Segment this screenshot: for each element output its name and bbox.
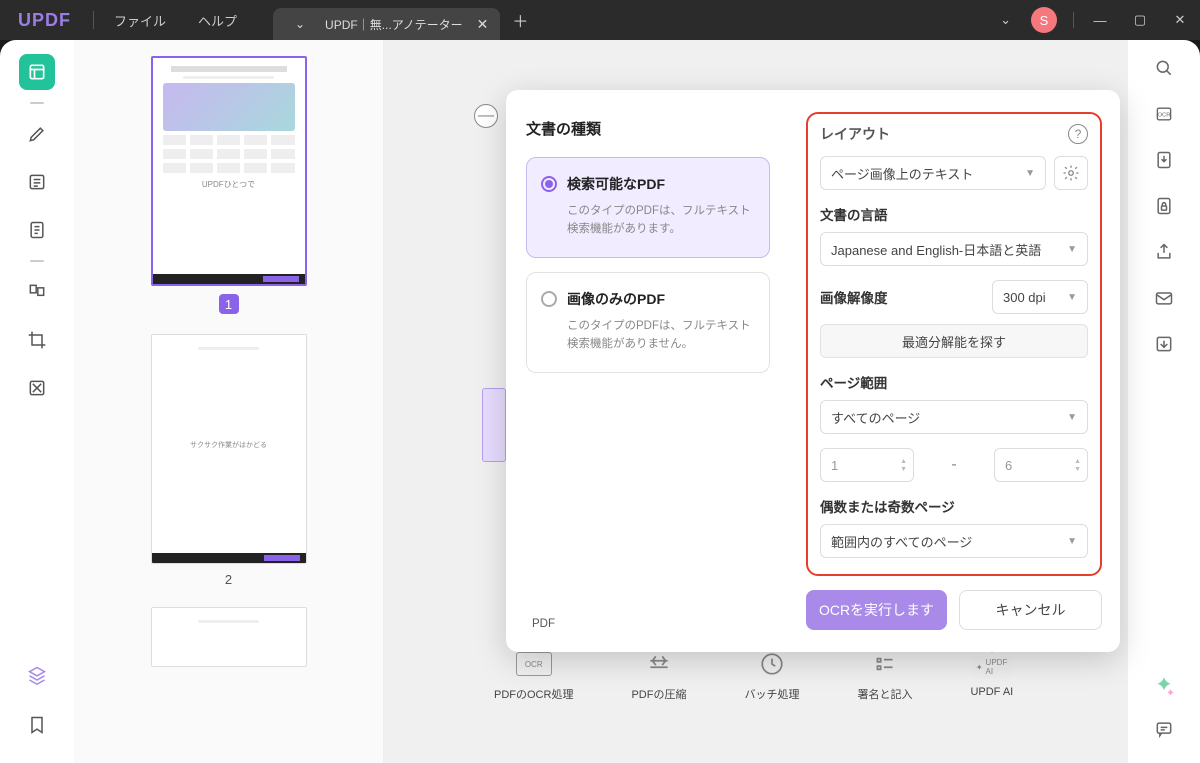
resolution-select[interactable]: 300 dpi ▼: [992, 280, 1088, 314]
thumb-caption: UPDFひとつで: [153, 179, 305, 190]
window-close-button[interactable]: ✕: [1160, 12, 1200, 28]
tab-dropdown-icon[interactable]: ⌄: [289, 17, 311, 31]
feature-ocr[interactable]: OCR PDFのOCR処理: [494, 650, 573, 702]
card-desc: このタイプのPDFは、フルテキスト検索機能があります。: [541, 202, 755, 239]
menu-help[interactable]: ヘルプ: [182, 11, 253, 30]
save-button[interactable]: [1150, 330, 1178, 358]
language-label: 文書の言語: [820, 204, 1088, 224]
card-title: 画像のみのPDF: [567, 289, 665, 309]
range-from-input[interactable]: 1 ▲▼: [820, 448, 914, 482]
right-toolbar: OCR: [1128, 40, 1200, 763]
range-separator: -: [924, 456, 984, 474]
app-logo: UPDF: [0, 10, 89, 31]
window-maximize-button[interactable]: ▢: [1120, 12, 1160, 28]
doc-type-heading: 文書の種類: [526, 118, 770, 139]
layout-settings-button[interactable]: [1054, 156, 1088, 190]
chevron-down-icon: ▼: [1067, 292, 1077, 303]
radio-icon: [541, 291, 557, 307]
page-thumbnail-1[interactable]: UPDFひとつで: [151, 56, 307, 286]
redact-tool[interactable]: [19, 370, 55, 406]
thumb-caption: サクサク作業がはかどる: [152, 440, 306, 450]
doc-type-image-card[interactable]: 画像のみのPDF このタイプのPDFは、フルテキスト検索機能がありません。: [526, 272, 770, 373]
divider: [93, 11, 94, 29]
collapse-panel-button[interactable]: —: [474, 104, 498, 128]
cancel-button[interactable]: キャンセル: [959, 590, 1102, 630]
svg-text:OCR: OCR: [1158, 113, 1171, 119]
resolution-label: 画像解像度: [820, 287, 888, 307]
truncated-text: PDF: [532, 618, 770, 630]
run-ocr-button[interactable]: OCRを実行します: [806, 590, 947, 630]
email-button[interactable]: [1150, 284, 1178, 312]
workspace: UPDFひとつで 1 サクサク作業がはかどる 2 — OCR PDFのO: [0, 40, 1200, 763]
feature-shortcuts: OCR PDFのOCR処理 PDFの圧縮 バッチ処理 署名と記入 ✦UPDF A…: [494, 650, 1013, 702]
page-number-2: 2: [225, 572, 232, 587]
ocr-options-highlight: レイアウト ? ページ画像上のテキスト ▼ 文書の言語: [806, 112, 1102, 576]
feature-compress[interactable]: PDFの圧縮: [631, 650, 686, 702]
menu-file[interactable]: ファイル: [98, 11, 182, 30]
help-icon[interactable]: ?: [1068, 124, 1088, 144]
card-title: 検索可能なPDF: [567, 174, 665, 194]
bookmark-button[interactable]: [19, 707, 55, 743]
annotate-tool[interactable]: [19, 116, 55, 152]
layout-heading: レイアウト: [820, 124, 890, 144]
page-range-label: ページ範囲: [820, 372, 1088, 392]
ai-assistant-button[interactable]: [1150, 673, 1178, 701]
find-optimal-resolution-button[interactable]: 最適分解能を探す: [820, 324, 1088, 358]
page-preview-fragment: [482, 388, 506, 462]
layers-button[interactable]: [19, 657, 55, 693]
ocr-settings-popup: 文書の種類 検索可能なPDF このタイプのPDFは、フルテキスト検索機能がありま…: [506, 90, 1120, 652]
thumbnail-panel: UPDFひとつで 1 サクサク作業がはかどる 2: [74, 40, 384, 763]
document-tab[interactable]: ⌄ UPDF｜無...アノテーター ✕: [273, 8, 500, 40]
convert-button[interactable]: [1150, 146, 1178, 174]
chevron-down-icon: ▼: [1067, 536, 1077, 547]
page-thumbnail-3[interactable]: [151, 607, 307, 667]
odd-even-select[interactable]: 範囲内のすべてのページ ▼: [820, 524, 1088, 558]
comment-button[interactable]: [1150, 715, 1178, 743]
thumbnail-panel-button[interactable]: [19, 54, 55, 90]
chevron-down-icon[interactable]: ⌄: [990, 12, 1021, 28]
separator: [30, 260, 44, 262]
spinner-arrows-icon[interactable]: ▲▼: [900, 458, 907, 473]
share-button[interactable]: [1150, 238, 1178, 266]
search-button[interactable]: [1150, 54, 1178, 82]
tab-close-icon[interactable]: ✕: [477, 16, 489, 33]
main-document-area: — OCR PDFのOCR処理 PDFの圧縮 バッチ処理 署名と記入: [384, 40, 1128, 763]
layout-select[interactable]: ページ画像上のテキスト ▼: [820, 156, 1046, 190]
crop-tool[interactable]: [19, 322, 55, 358]
odd-even-label: 偶数または奇数ページ: [820, 496, 1088, 516]
feature-ai[interactable]: ✦UPDF AI UPDF AI: [970, 650, 1013, 702]
spinner-arrows-icon[interactable]: ▲▼: [1074, 458, 1081, 473]
feature-batch[interactable]: バッチ処理: [744, 650, 799, 702]
page-tool[interactable]: [19, 212, 55, 248]
organize-tool[interactable]: [19, 274, 55, 310]
window-minimize-button[interactable]: —: [1080, 13, 1120, 28]
chevron-down-icon: ▼: [1067, 244, 1077, 255]
new-tab-button[interactable]: ＋: [512, 8, 528, 32]
card-desc: このタイプのPDFは、フルテキスト検索機能がありません。: [541, 317, 755, 354]
separator: [30, 102, 44, 104]
tab-title: UPDF｜無...アノテーター: [325, 16, 463, 33]
language-select[interactable]: Japanese and English-日本語と英語 ▼: [820, 232, 1088, 266]
page-thumbnail-2[interactable]: サクサク作業がはかどる: [151, 334, 307, 564]
feature-sign[interactable]: 署名と記入: [857, 650, 912, 702]
doc-type-searchable-card[interactable]: 検索可能なPDF このタイプのPDFは、フルテキスト検索機能があります。: [526, 157, 770, 258]
chevron-down-icon: ▼: [1025, 168, 1035, 179]
protect-button[interactable]: [1150, 192, 1178, 220]
user-avatar[interactable]: S: [1031, 7, 1057, 33]
titlebar: UPDF ファイル ヘルプ ⌄ UPDF｜無...アノテーター ✕ ＋ ⌄ S …: [0, 0, 1200, 40]
ocr-button[interactable]: OCR: [1150, 100, 1178, 128]
range-to-input[interactable]: 6 ▲▼: [994, 448, 1088, 482]
edit-text-tool[interactable]: [19, 164, 55, 200]
left-toolbar: [0, 40, 74, 763]
page-range-select[interactable]: すべてのページ ▼: [820, 400, 1088, 434]
radio-icon: [541, 176, 557, 192]
page-number-1: 1: [219, 294, 239, 314]
chevron-down-icon: ▼: [1067, 412, 1077, 423]
